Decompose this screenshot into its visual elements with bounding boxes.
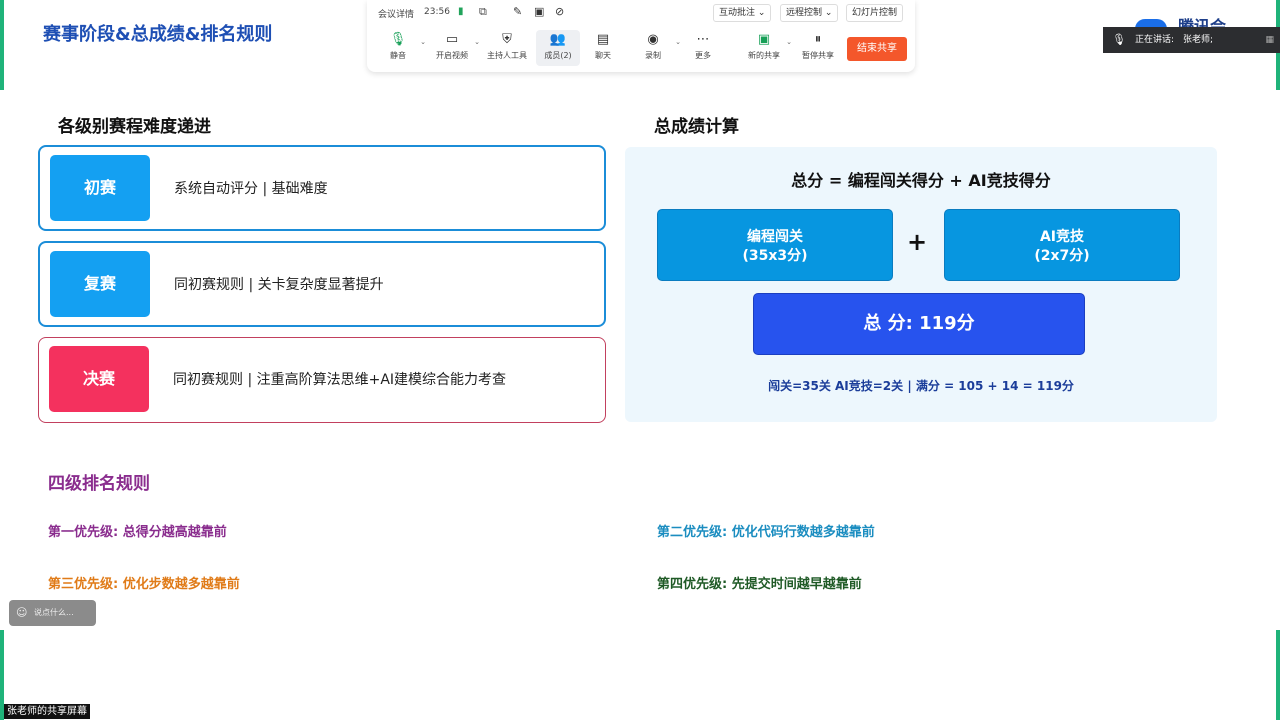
shield-icon: ⛨ — [502, 32, 512, 47]
share-screen-icon: ▣ — [757, 32, 771, 47]
speaker-name: 张老师; — [1183, 35, 1214, 45]
speaker-indicator: 🎙 正在讲话: 张老师; ▦ — [1103, 27, 1280, 53]
slideshow-control-button[interactable]: 幻灯片控制 — [846, 4, 904, 22]
plus-sign: + — [907, 228, 928, 256]
toolbar-buttons: 🎙 静音 ⌄ ▭ 开启视频 ⌄ ⛨ 主持人工具 👥 成员(2) ▤ 聊天 ◉ 录制 ⌄ ⋯ 更多 ▣… — [367, 30, 915, 68]
meeting-toolbar: 会议详情 23:56 ▮ ⧉ ✎ ▣ ⊘ 互动批注 ⌄ 远程控制 ⌄ 幻灯片控制… — [367, 0, 915, 72]
slide-title: 赛事阶段&总成绩&排名规则 — [43, 24, 273, 45]
more-label: 更多 — [695, 51, 711, 60]
ranking-rule-3: 第三优先级: 优化步数越多越靠前 — [48, 577, 240, 592]
coding-score-title: 编程闯关 — [747, 229, 803, 245]
chevron-down-icon[interactable]: ⌄ — [786, 38, 792, 46]
chevron-down-icon[interactable]: ⌄ — [474, 38, 480, 46]
meeting-details-link[interactable]: 会议详情 — [378, 7, 414, 20]
video-button[interactable]: ▭ 开启视频 ⌄ — [430, 30, 480, 66]
mute-button[interactable]: 🎙 静音 ⌄ — [376, 30, 426, 66]
new-share-button[interactable]: ▣ 新的共享 ⌄ — [742, 30, 792, 66]
score-panel: 总分 = 编程闯关得分 + AI竞技得分 编程闯关 (35x3分) + AI竞技… — [625, 147, 1217, 422]
host-tools-label: 主持人工具 — [487, 51, 527, 60]
chat-placeholder: 说点什么... — [34, 608, 74, 617]
stage-desc: 系统自动评分 | 基础难度 — [174, 181, 328, 197]
stages-heading: 各级别赛程难度递进 — [58, 117, 211, 137]
stage-card-preliminary: 初赛 系统自动评分 | 基础难度 — [38, 145, 606, 231]
record-label: 录制 — [645, 51, 661, 60]
more-button[interactable]: ⋯ 更多 — [681, 30, 725, 66]
stage-desc: 同初赛规则 | 注重高阶算法思维+AI建模综合能力考查 — [173, 372, 507, 388]
stage-tag: 决赛 — [49, 346, 149, 412]
stage-tag: 复赛 — [50, 251, 150, 317]
frame-edge-bottom-right — [1276, 630, 1280, 720]
ranking-rule-4: 第四优先级: 先提交时间越早越靠前 — [657, 577, 862, 592]
frame-edge-top-left — [0, 0, 4, 90]
annotate-label: 互动批注 — [719, 8, 756, 18]
chat-input[interactable]: ☺ 说点什么... — [9, 600, 96, 626]
coding-score-detail: (35x3分) — [742, 248, 808, 264]
meeting-time: 23:56 — [424, 7, 450, 17]
host-tools-button[interactable]: ⛨ 主持人工具 — [485, 30, 529, 66]
annotate-dropdown[interactable]: 互动批注 ⌄ — [713, 4, 772, 22]
end-share-button[interactable]: 结束共享 — [847, 37, 907, 61]
record-button[interactable]: ◉ 录制 ⌄ — [631, 30, 681, 66]
pause-share-icon: ⏸ — [814, 32, 822, 47]
emoji-icon[interactable]: ☺ — [16, 600, 27, 626]
members-button[interactable]: 👥 成员(2) — [536, 30, 580, 66]
mic-icon: 🎙 — [389, 32, 407, 47]
external-window-icon[interactable]: ⧉ — [479, 5, 487, 19]
brand-logo: 腾讯会议 — [1178, 17, 1227, 27]
toolbar-top-row: 会议详情 23:56 ▮ ⧉ ✎ ▣ ⊘ 互动批注 ⌄ 远程控制 ⌄ 幻灯片控制 — [367, 4, 915, 22]
coding-score-box: 编程闯关 (35x3分) — [657, 209, 893, 281]
chat-label: 聊天 — [595, 51, 611, 60]
new-share-label: 新的共享 — [748, 51, 780, 60]
pause-share-label: 暂停共享 — [802, 51, 834, 60]
pause-share-button[interactable]: ⏸ 暂停共享 — [796, 30, 840, 66]
mic-icon: 🎙 — [1112, 33, 1126, 46]
hide-icon[interactable]: ⊘ — [555, 5, 564, 18]
stage-tag: 初赛 — [50, 155, 150, 221]
score-formula: 总分 = 编程闯关得分 + AI竞技得分 — [791, 171, 1051, 190]
ai-score-title: AI竞技 — [1039, 229, 1085, 245]
mute-label: 静音 — [390, 51, 406, 60]
recording-badge-icon[interactable]: ▣ — [534, 5, 544, 18]
ai-score-box: AI竞技 (2x7分) — [944, 209, 1180, 281]
score-heading: 总成绩计算 — [654, 117, 739, 137]
video-label: 开启视频 — [436, 51, 468, 60]
ranking-rule-2: 第二优先级: 优化代码行数越多越靠前 — [657, 525, 875, 540]
screen-share-label: 张老师的共享屏幕 — [4, 704, 90, 719]
ai-score-detail: (2x7分) — [1034, 248, 1090, 264]
chevron-down-icon[interactable]: ⌄ — [420, 38, 426, 46]
chat-icon: ▤ — [596, 32, 610, 47]
record-icon: ◉ — [647, 32, 659, 47]
stage-card-semifinal: 复赛 同初赛规则 | 关卡复杂度显著提升 — [38, 241, 606, 327]
chat-button[interactable]: ▤ 聊天 — [581, 30, 625, 66]
remote-control-label: 远程控制 — [786, 8, 823, 18]
total-score-box: 总 分: 119分 — [753, 293, 1085, 355]
video-off-icon: ▭ — [445, 32, 459, 47]
members-label: 成员(2) — [544, 51, 572, 60]
stage-desc: 同初赛规则 | 关卡复杂度显著提升 — [174, 277, 384, 293]
annotate-off-icon[interactable]: ✎ — [513, 5, 522, 18]
ranking-rule-1: 第一优先级: 总得分越高越靠前 — [48, 525, 227, 540]
members-icon: 👥 — [549, 32, 567, 47]
stage-card-final: 决赛 同初赛规则 | 注重高阶算法思维+AI建模综合能力考查 — [38, 337, 606, 423]
score-note: 闯关=35关 AI竞技=2关 | 满分 = 105 + 14 = 119分 — [768, 379, 1074, 393]
more-icon: ⋯ — [696, 32, 710, 47]
speaker-label: 正在讲话: — [1135, 35, 1175, 45]
ranking-title: 四级排名规则 — [48, 474, 150, 494]
grid-icon[interactable]: ▦ — [1265, 27, 1274, 53]
remote-control-dropdown[interactable]: 远程控制 ⌄ — [780, 4, 839, 22]
signal-icon: ▮ — [458, 6, 464, 17]
